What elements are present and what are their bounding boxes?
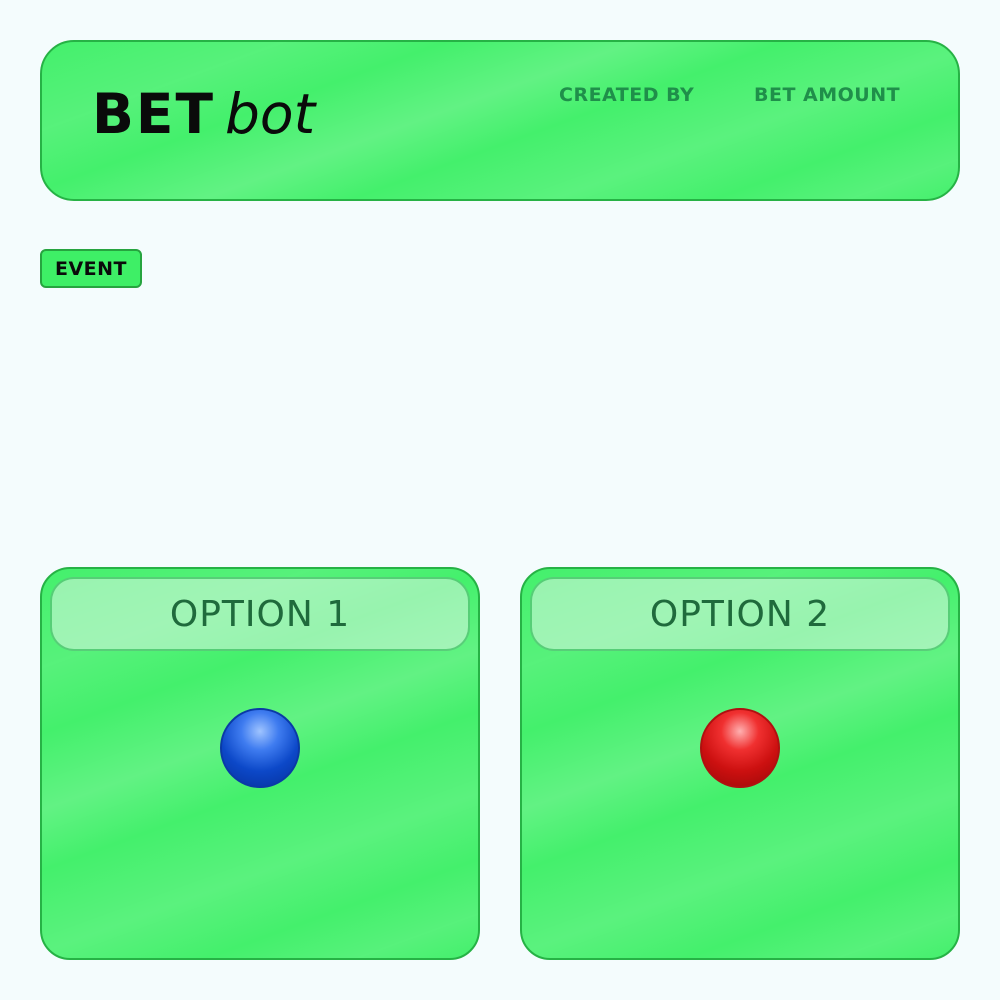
red-dot-icon — [700, 708, 780, 788]
option-1-title-bar: OPTION 1 — [50, 577, 470, 651]
brand-logo[interactable]: BET bot — [92, 82, 315, 146]
app-header: BET bot CREATED BY BET AMOUNT — [40, 40, 960, 201]
nav-created-by[interactable]: CREATED BY — [559, 84, 694, 106]
brand-italic: bot — [225, 82, 316, 146]
option-1-title: OPTION 1 — [169, 593, 351, 635]
nav-bet-amount[interactable]: BET AMOUNT — [754, 84, 900, 106]
option-2-card[interactable]: OPTION 2 — [520, 567, 960, 960]
event-button[interactable]: EVENT — [40, 249, 142, 288]
option-2-title: OPTION 2 — [649, 593, 831, 635]
option-1-card[interactable]: OPTION 1 — [40, 567, 480, 960]
blue-dot-icon — [220, 708, 300, 788]
option-2-title-bar: OPTION 2 — [530, 577, 950, 651]
brand-bold: BET — [92, 82, 216, 146]
